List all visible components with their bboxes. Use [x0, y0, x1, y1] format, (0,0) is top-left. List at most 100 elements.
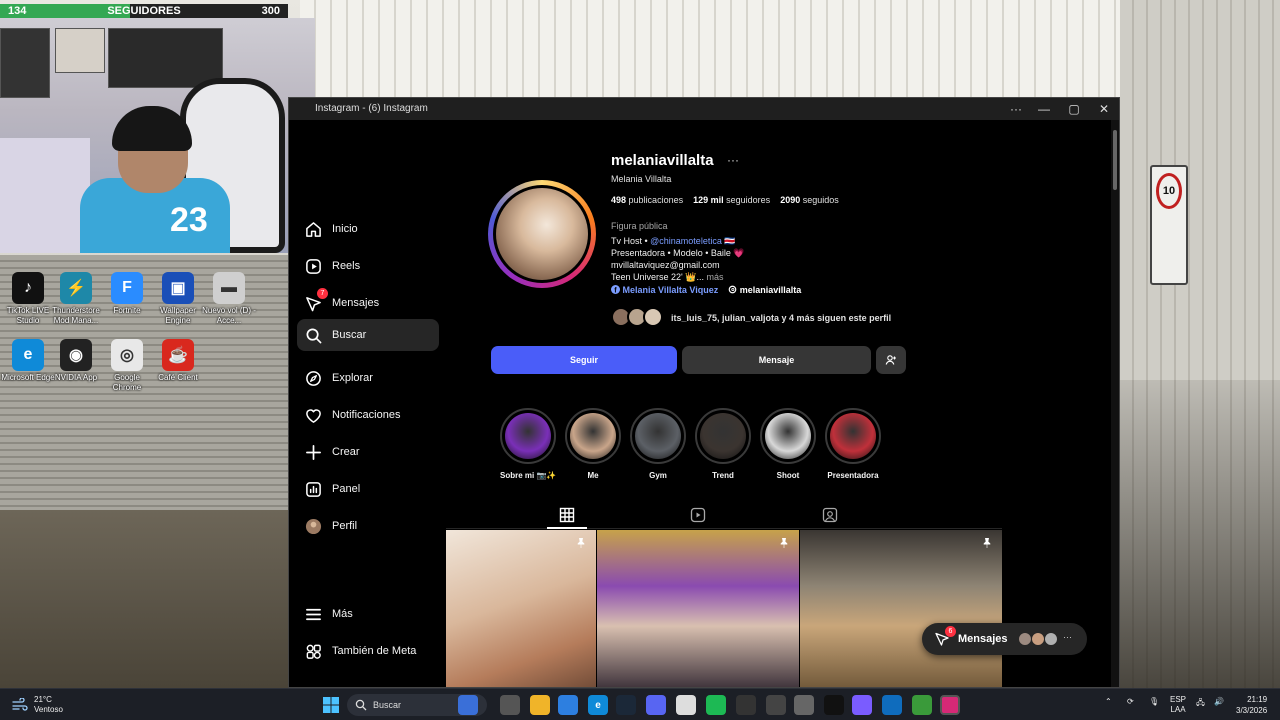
bio-line: mvillaltaviquez@gmail.com [611, 260, 720, 270]
windows-icon [323, 697, 339, 713]
story-highlight[interactable]: Shoot [760, 408, 816, 480]
copilot-icon[interactable] [458, 695, 478, 715]
instagram-icon[interactable] [940, 695, 960, 715]
posts-count: 498 [611, 195, 627, 205]
sidebar-item-panel[interactable]: Panel [297, 473, 439, 505]
task-view-icon[interactable] [500, 695, 520, 715]
file-explorer-icon[interactable] [530, 695, 550, 715]
sidebar-item-explorar[interactable]: Explorar [297, 362, 439, 394]
clock[interactable]: 21:19 3/3/2026 [1236, 694, 1267, 716]
monitor-icon[interactable] [794, 695, 814, 715]
window-menu-button[interactable]: ··· [1001, 100, 1031, 118]
sidebar-item-notificaciones[interactable]: Notificaciones [297, 399, 439, 431]
desktop-shortcut[interactable]: ▣ Wallpaper Engine [150, 272, 206, 326]
weather-widget[interactable]: 21°C Ventoso [12, 695, 63, 715]
sidebar-item-inicio[interactable]: Inicio [297, 213, 439, 245]
phone-link-icon[interactable] [852, 695, 872, 715]
webcam-poster [55, 28, 105, 73]
add-person-icon [885, 355, 896, 365]
outlook-icon[interactable] [882, 695, 902, 715]
edge-icon: e [12, 339, 44, 371]
post-thumbnail[interactable] [446, 530, 596, 687]
threads-link[interactable]: melaniavillalta [740, 285, 802, 295]
followed-by-text[interactable]: its_luis_75, julian_valjota y 4 más sigu… [671, 313, 891, 323]
facebook-link[interactable]: Melania Villalta Viquez [623, 285, 719, 295]
microphone-icon[interactable]: 🎙 [1149, 697, 1159, 706]
desktop-shortcut[interactable]: ☕ Café Client [150, 339, 206, 383]
following-count[interactable]: 2090 [780, 195, 800, 205]
bio-text: Teen Universe 22' 👑... [611, 272, 704, 282]
sidebar-item-mensajes[interactable]: 7 Mensajes [297, 287, 439, 319]
profile-options-button[interactable]: ··· [727, 153, 739, 167]
sidebar-item-reels[interactable]: Reels [297, 250, 439, 282]
messages-popover-button[interactable]: 6 Mensajes ··· [922, 623, 1087, 655]
minecraft-icon[interactable] [912, 695, 932, 715]
story-highlight[interactable]: Sobre mi 📷✨ [500, 408, 556, 480]
story-highlight[interactable]: Gym [630, 408, 686, 480]
sidebar-item-more[interactable]: Más [297, 598, 439, 630]
followers-count[interactable]: 129 mil [693, 195, 724, 205]
followers-label[interactable]: seguidores [726, 195, 770, 205]
network-icon[interactable]: 🖧 [1196, 697, 1205, 711]
story-highlight[interactable]: Presentadora [825, 408, 881, 480]
following-label[interactable]: seguidos [803, 195, 839, 205]
bio-mention-link[interactable]: @chinamoteletica [650, 236, 722, 246]
window-close-button[interactable]: ✕ [1089, 100, 1119, 118]
tagged-icon[interactable] [822, 507, 838, 523]
desktop-shortcut[interactable]: ▬ Nuevo vol (D) - Acce... [201, 272, 257, 326]
window-titlebar[interactable]: Instagram - (6) Instagram ··· — ▢ ✕ [289, 98, 1119, 120]
bio-more-link[interactable]: más [706, 272, 723, 282]
post-thumbnail[interactable] [800, 530, 1002, 687]
obs-icon[interactable] [736, 695, 756, 715]
follower-goal-bar: 134 SEGUIDORES 300 [0, 4, 288, 18]
sidebar-item-label: Notificaciones [332, 409, 401, 421]
chrome-icon[interactable] [676, 695, 696, 715]
volume-icon[interactable]: 🔊 [1214, 697, 1224, 706]
tiktok-icon[interactable] [824, 695, 844, 715]
settings-icon[interactable] [766, 695, 786, 715]
tray-app-icon[interactable]: ⟳ [1127, 697, 1134, 706]
scrollbar[interactable] [1111, 120, 1119, 687]
explore-icon [305, 370, 321, 386]
sidebar-item-perfil[interactable]: Perfil [297, 510, 439, 542]
desktop-shortcut[interactable]: ⚡ Thunderstore Mod Mana... [48, 272, 104, 326]
language-indicator[interactable]: ESP LAA [1170, 695, 1186, 715]
story-highlight[interactable]: Me [565, 408, 621, 480]
window-minimize-button[interactable]: — [1029, 100, 1059, 118]
conversation-avatar [1044, 632, 1058, 646]
highlight-label: Trend [712, 471, 734, 480]
edge-icon[interactable]: e [588, 695, 608, 715]
suggested-users-button[interactable] [876, 346, 906, 374]
profile-avatar[interactable] [488, 180, 596, 288]
followed-by-names[interactable]: its_luis_75, julian_valjota y 4 más sigu… [671, 313, 891, 323]
desktop-shortcut[interactable]: ◉ NVIDIA App [48, 339, 104, 383]
grid-icon[interactable] [559, 507, 575, 523]
scrollbar-thumb[interactable] [1113, 130, 1117, 190]
sidebar-item-also-from-meta[interactable]: También de Meta [297, 635, 439, 667]
desktop-shortcut[interactable]: ◎ Google Chrome [99, 339, 155, 393]
store-icon[interactable] [558, 695, 578, 715]
conversation-avatar [1018, 632, 1032, 646]
show-hidden-icons[interactable]: ⌃ [1105, 697, 1112, 706]
reels-tab-icon[interactable] [690, 507, 706, 523]
messages-pill-icon-wrap: 6 [934, 626, 956, 647]
sidebar-item-crear[interactable]: Crear [297, 436, 439, 468]
tiktok-live-icon: ♪ [12, 272, 44, 304]
message-button[interactable]: Mensaje [682, 346, 871, 374]
spotify-icon[interactable] [706, 695, 726, 715]
weather-text: 21°C Ventoso [34, 695, 63, 715]
window-maximize-button[interactable]: ▢ [1059, 100, 1089, 118]
highlight-label: Me [587, 471, 599, 480]
desktop-shortcut[interactable]: F Fortnite [99, 272, 155, 316]
start-button[interactable] [321, 695, 341, 715]
webcam-jersey-number: 23 [170, 201, 208, 239]
follow-button[interactable]: Seguir [491, 346, 677, 374]
follower-avatar[interactable] [643, 307, 663, 327]
discord-icon[interactable] [646, 695, 666, 715]
reels-icon [305, 258, 321, 274]
sidebar-item-buscar[interactable]: Buscar [297, 319, 439, 351]
post-thumbnail[interactable] [597, 530, 799, 687]
highlight-cover [830, 413, 876, 459]
story-highlight[interactable]: Trend [695, 408, 751, 480]
steam-icon[interactable] [616, 695, 636, 715]
